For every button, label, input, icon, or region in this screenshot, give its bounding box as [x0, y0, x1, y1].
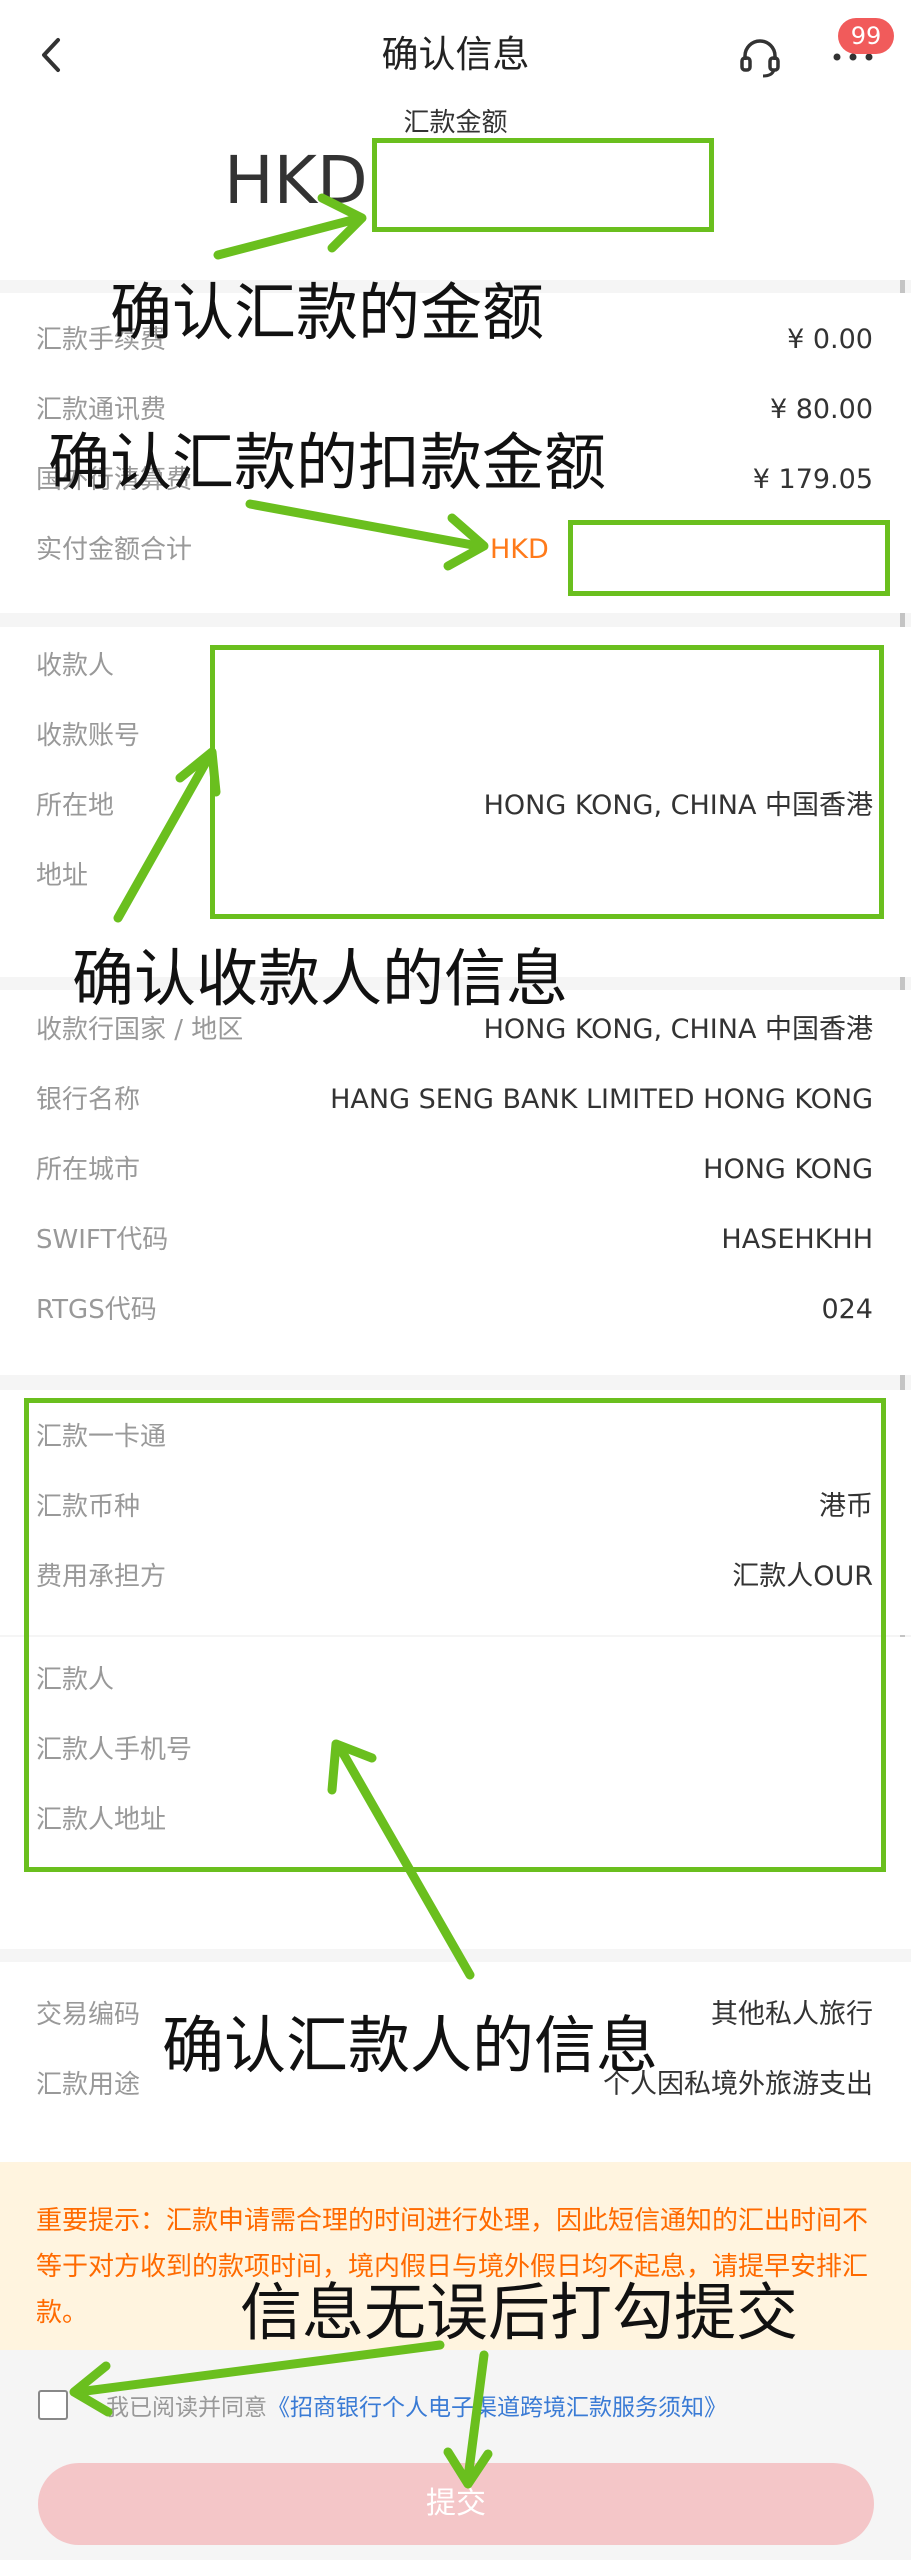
- annotation-text: 确认汇款人的信息: [162, 2009, 659, 2082]
- agreement-prefix: 我已阅读并同意: [106, 2395, 267, 2421]
- bank-label: RTGS代码: [36, 1295, 157, 1325]
- agreement-text: 我已阅读并同意《招商银行个人电子渠道跨境汇款服务须知》: [106, 2388, 727, 2422]
- payee-label: 所在地: [36, 791, 115, 821]
- bank-row: SWIFT代码 HASEHKHH: [0, 1205, 911, 1275]
- bank-value: HANG SENG BANK LIMITED HONG KONG: [330, 1084, 873, 1115]
- annotation-box-amount: [372, 138, 714, 232]
- total-label: 实付金额合计: [36, 535, 193, 565]
- agreement-link[interactable]: 《招商银行个人电子渠道跨境汇款服务须知》: [267, 2395, 727, 2421]
- bank-label: 所在城市: [36, 1155, 141, 1185]
- total-currency: HKD: [490, 534, 549, 565]
- payee-label: 地址: [36, 861, 89, 891]
- payee-label: 收款账号: [36, 721, 141, 751]
- submit-button[interactable]: 提交: [38, 2463, 874, 2545]
- fee-value: ¥ 179.05: [752, 464, 873, 495]
- customer-service-icon[interactable]: [735, 32, 785, 82]
- nav-bar: 确认信息 99: [0, 0, 911, 110]
- bank-value: HONG KONG: [703, 1154, 873, 1185]
- bank-value: 024: [821, 1294, 873, 1325]
- fee-value: ¥ 80.00: [769, 394, 873, 425]
- bank-value: HASEHKHH: [721, 1224, 873, 1255]
- annotation-text: 确认收款人的信息: [72, 942, 569, 1015]
- bank-label: SWIFT代码: [36, 1225, 169, 1255]
- annotation-text: 确认汇款的扣款金额: [48, 426, 607, 499]
- purpose-label: 汇款用途: [36, 2070, 141, 2100]
- bank-section: 收款行国家 / 地区 HONG KONG, CHINA 中国香港 银行名称 HA…: [0, 990, 911, 1375]
- purpose-value: 其他私人旅行: [711, 1999, 873, 2030]
- annotation-box-remitter: [24, 1398, 886, 1872]
- message-badge: 99: [838, 18, 894, 54]
- annotation-box-payee: [210, 645, 884, 919]
- annotation-text: 确认汇款的金额: [110, 276, 545, 349]
- purpose-label: 交易编码: [36, 2000, 141, 2030]
- fee-value: ¥ 0.00: [787, 324, 873, 355]
- amount-currency: HKD: [224, 142, 368, 219]
- bank-row: 银行名称 HANG SENG BANK LIMITED HONG KONG: [0, 1065, 911, 1135]
- bank-row: RTGS代码 024: [0, 1275, 911, 1345]
- payee-label: 收款人: [36, 651, 115, 681]
- annotation-text: 信息无误后打勾提交: [240, 2276, 799, 2349]
- amount-label: 汇款金额: [403, 108, 508, 138]
- bank-row: 所在城市 HONG KONG: [0, 1135, 911, 1205]
- agreement-checkbox[interactable]: [38, 2390, 68, 2420]
- bank-label: 银行名称: [36, 1085, 141, 1115]
- annotation-box-total: [568, 520, 890, 596]
